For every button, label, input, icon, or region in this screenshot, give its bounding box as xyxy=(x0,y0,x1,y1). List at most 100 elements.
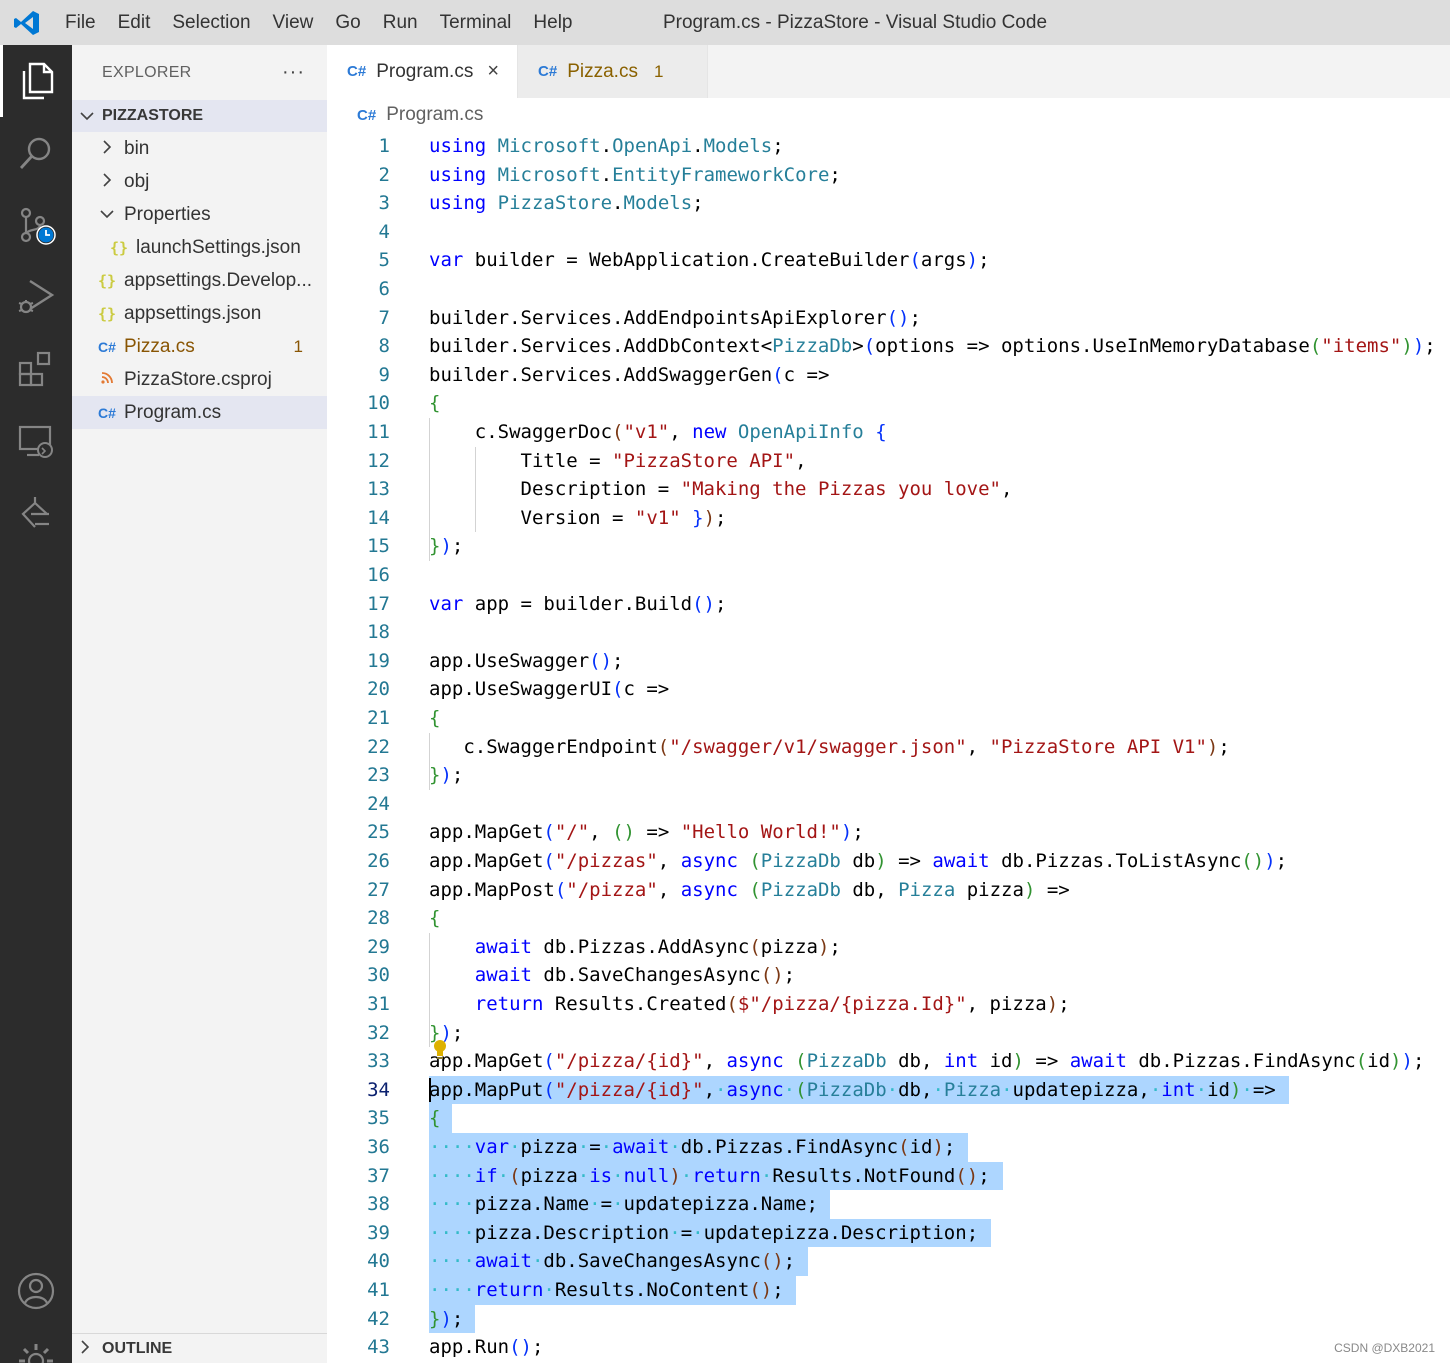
code-line[interactable]: 37 ····if·(pizza·is·null)·return·Results.… xyxy=(327,1162,1450,1191)
account-icon[interactable] xyxy=(0,1255,72,1327)
tree-item-pizza-cs[interactable]: C# Pizza.cs 1 xyxy=(72,330,327,363)
run-debug-icon[interactable] xyxy=(0,261,72,333)
code-token: await xyxy=(1069,1050,1127,1073)
code-line[interactable]: 17 var app = builder.Build(); xyxy=(327,590,1450,619)
source-control-icon[interactable] xyxy=(0,189,72,261)
code-line[interactable]: 34 app.MapPut("/pizza/{id}",·async·(Pizza… xyxy=(327,1076,1450,1105)
code-token: app.MapPut xyxy=(429,1078,544,1101)
menu-item-terminal[interactable]: Terminal xyxy=(429,0,523,45)
code-token: ) xyxy=(1012,1050,1024,1073)
tree-item-pizzastore-csproj[interactable]: PizzaStore.csproj xyxy=(72,363,327,396)
code-line[interactable]: 40 ····await·db.SaveChangesAsync(); xyxy=(327,1247,1450,1276)
code-line[interactable]: 36 ····var·pizza·=·await·db.Pizzas.FindAs… xyxy=(327,1133,1450,1162)
menu-item-file[interactable]: File xyxy=(54,0,107,45)
testing-icon[interactable] xyxy=(0,477,72,549)
menu-item-run[interactable]: Run xyxy=(372,0,429,45)
code-line[interactable]: 5 var builder = WebApplication.CreateBuil… xyxy=(327,246,1450,275)
code-line[interactable]: 9 builder.Services.AddSwaggerGen(c => xyxy=(327,361,1450,390)
code-line[interactable]: 26 app.MapGet("/pizzas", async (PizzaDb d… xyxy=(327,847,1450,876)
code-text: await db.Pizzas.AddAsync(pizza); xyxy=(429,933,841,962)
code-line[interactable]: 30 await db.SaveChangesAsync(); xyxy=(327,961,1450,990)
code-token: Title = xyxy=(429,449,613,472)
menu-item-edit[interactable]: Edit xyxy=(107,0,162,45)
menu-item-view[interactable]: View xyxy=(262,0,325,45)
code-line[interactable]: 12 Title = "PizzaStore API", xyxy=(327,447,1450,476)
code-line[interactable]: 23}); xyxy=(327,761,1450,790)
code-line[interactable]: 1 using Microsoft.OpenApi.Models; xyxy=(327,132,1450,161)
close-icon[interactable]: × xyxy=(487,60,499,83)
code-line[interactable]: 33 app.MapGet("/pizza/{id}", async (Pizza… xyxy=(327,1047,1450,1076)
code-line[interactable]: 29 await db.Pizzas.AddAsync(pizza); xyxy=(327,933,1450,962)
workspace-root[interactable]: PIZZASTORE xyxy=(72,100,327,132)
menu-item-go[interactable]: Go xyxy=(324,0,371,45)
code-line[interactable]: 8 builder.Services.AddDbContext<PizzaDb>(… xyxy=(327,332,1450,361)
tab-pizza-cs[interactable]: C# Pizza.cs 1 xyxy=(518,45,709,98)
code-line[interactable]: 19 app.UseSwagger(); xyxy=(327,647,1450,676)
menu-item-selection[interactable]: Selection xyxy=(161,0,261,45)
tree-item-properties[interactable]: Properties xyxy=(72,198,327,231)
code-token: "Making the Pizzas you love" xyxy=(680,478,1001,501)
code-text: builder.Services.AddSwaggerGen(c => xyxy=(429,361,829,390)
code-line[interactable]: 20 app.UseSwaggerUI(c => xyxy=(327,675,1450,704)
code-text: { xyxy=(429,904,440,933)
code-line[interactable]: 2 using Microsoft.EntityFrameworkCore; xyxy=(327,161,1450,190)
code-line[interactable]: 7 builder.Services.AddEndpointsApiExplore… xyxy=(327,304,1450,333)
code-token: Models xyxy=(703,135,773,157)
remote-explorer-icon[interactable] xyxy=(0,405,72,477)
code-token: id xyxy=(1207,1078,1230,1101)
code-line[interactable]: 39 ····pizza.Description·=·updatepizza.De… xyxy=(327,1219,1450,1248)
tree-item-appsettings-develop[interactable]: {} appsettings.Develop... xyxy=(72,264,327,297)
code-line[interactable]: 38 ····pizza.Name·=·updatepizza.Name; xyxy=(327,1190,1450,1219)
lightbulb-icon[interactable] xyxy=(432,1039,448,1066)
outline-section[interactable]: OUTLINE xyxy=(72,1333,327,1363)
code-token: int xyxy=(943,1050,979,1073)
code-line[interactable]: 13 Description = "Making the Pizzas you … xyxy=(327,475,1450,504)
code-line[interactable]: 15}); xyxy=(327,532,1450,561)
menu-item-help[interactable]: Help xyxy=(522,0,583,45)
tab-program-cs[interactable]: C# Program.cs × xyxy=(327,45,519,98)
more-actions-icon[interactable]: ··· xyxy=(282,61,305,84)
tree-item-bin[interactable]: bin xyxy=(72,132,327,165)
code-line[interactable]: 24 xyxy=(327,790,1450,819)
code-line[interactable]: 18 xyxy=(327,618,1450,647)
code-line[interactable]: 42}); xyxy=(327,1305,1450,1334)
tree-item-program-cs[interactable]: C# Program.cs xyxy=(72,396,327,429)
code-line[interactable]: 22 c.SwaggerEndpoint("/swagger/v1/swagge… xyxy=(327,733,1450,762)
tree-item-obj[interactable]: obj xyxy=(72,165,327,198)
code-token: ) xyxy=(1229,1078,1242,1101)
line-number: 40 xyxy=(367,1250,390,1273)
code-line[interactable]: 35 { xyxy=(327,1104,1450,1133)
code-line[interactable]: 10 { xyxy=(327,389,1450,418)
code-token: app.MapGet xyxy=(429,850,544,872)
code-token: ) xyxy=(1264,850,1276,872)
code-token: } xyxy=(429,1307,441,1330)
code-line[interactable]: 28 { xyxy=(327,904,1450,933)
code-token: OpenApi xyxy=(612,135,693,157)
code-line[interactable]: 3 using PizzaStore.Models; xyxy=(327,189,1450,218)
code-token: updatepizza.Name; xyxy=(623,1193,818,1216)
files-icon[interactable] xyxy=(0,45,72,117)
code-line[interactable]: 16 xyxy=(327,561,1450,590)
breadcrumb-file: Program.cs xyxy=(386,104,484,125)
code-line[interactable]: 41 ····return·Results.NoContent(); xyxy=(327,1276,1450,1305)
code-line[interactable]: 32}); xyxy=(327,1019,1450,1048)
breadcrumb[interactable]: C# Program.cs xyxy=(357,98,483,132)
code-token: EntityFrameworkCore xyxy=(612,163,830,186)
code-editor[interactable]: 1 using Microsoft.OpenApi.Models; 2 using M… xyxy=(327,132,1450,1363)
tree-item-appsettings-json[interactable]: {} appsettings.json xyxy=(72,297,327,330)
extensions-icon[interactable] xyxy=(0,333,72,405)
code-line[interactable]: 6 xyxy=(327,275,1450,304)
code-line[interactable]: 21 { xyxy=(327,704,1450,733)
code-line[interactable]: 4 xyxy=(327,218,1450,247)
code-line[interactable]: 14 Version = "v1" }); xyxy=(327,504,1450,533)
code-line[interactable]: 11 c.SwaggerDoc("v1", new OpenApiInfo { xyxy=(327,418,1450,447)
code-text: using Microsoft.EntityFrameworkCore; xyxy=(429,161,841,190)
code-line[interactable]: 43 app.Run(); xyxy=(327,1333,1450,1362)
tree-item-launchsettings-json[interactable]: {} launchSettings.json xyxy=(72,231,327,264)
code-line[interactable]: 25 app.MapGet("/", () => "Hello World!"); xyxy=(327,818,1450,847)
code-line[interactable]: 31 return Results.Created($"/pizza/{pizz… xyxy=(327,990,1450,1019)
settings-gear-icon[interactable] xyxy=(0,1327,72,1363)
search-icon[interactable] xyxy=(0,117,72,189)
code-line[interactable]: 27 app.MapPost("/pizza", async (PizzaDb d… xyxy=(327,876,1450,905)
